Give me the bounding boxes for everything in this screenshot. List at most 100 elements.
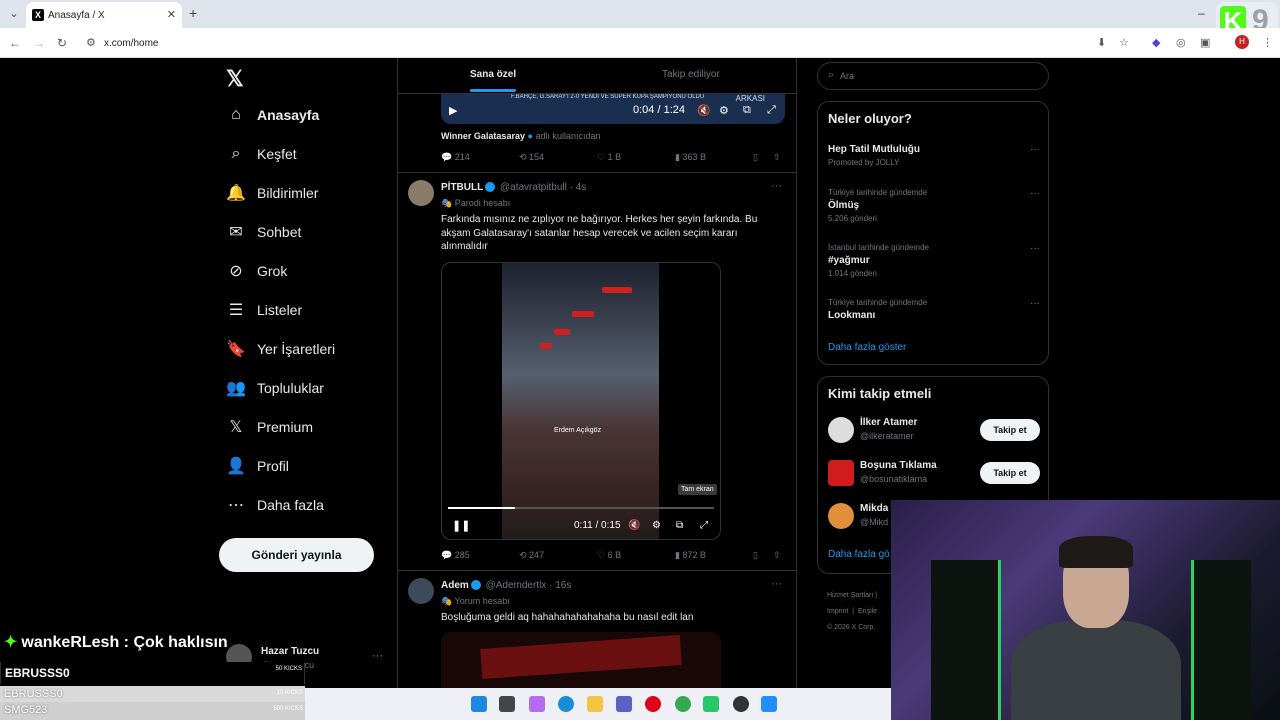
tab-search-icon[interactable]: ⌄	[6, 6, 22, 22]
more-dots-icon[interactable]: ···	[1030, 243, 1040, 254]
back-icon[interactable]: ←	[9, 36, 21, 50]
extension2-icon[interactable]: ◎	[1176, 36, 1186, 49]
quote-attribution[interactable]: Winner Galatasaray ● adlı kullanıcıdan	[441, 131, 600, 141]
reply-button[interactable]: 💬 285	[441, 550, 470, 561]
retweet-button[interactable]: ⟲ 247	[519, 550, 544, 561]
footer-link[interactable]: Erişile	[858, 608, 877, 615]
retweet-button[interactable]: ⟲ 154	[519, 152, 544, 163]
nav-item-bildirimler[interactable]: 🔔 Bildirimler	[226, 178, 318, 208]
avatar[interactable]	[408, 578, 434, 604]
trend-item[interactable]: Türkiye tarihinde gündemde Ölmüş 5.206 g…	[828, 188, 1040, 223]
fullscreen-icon[interactable]: ⤢	[700, 520, 708, 531]
video-progress[interactable]	[448, 507, 714, 509]
tab-following[interactable]: Takip ediliyor	[662, 69, 720, 80]
mute-icon[interactable]: 🔇	[697, 104, 711, 117]
copilot-icon[interactable]	[529, 696, 545, 712]
pip-icon[interactable]: ⧉	[676, 520, 683, 531]
reply-button[interactable]: 💬 214	[441, 152, 470, 163]
explorer-icon[interactable]	[587, 696, 603, 712]
views-button[interactable]: ▮ 363 B	[675, 152, 706, 163]
avatar	[828, 417, 854, 443]
settings-icon[interactable]: ⚙	[652, 520, 661, 531]
share-icon[interactable]: ⇧	[773, 550, 781, 561]
tab-for-you[interactable]: Sana özel	[470, 69, 516, 80]
obs-icon[interactable]	[733, 696, 749, 712]
settings-icon[interactable]: ⚙	[719, 104, 729, 117]
video-player[interactable]: Erdem Açıkgöz Tam ekran ❚❚ 0:11 / 0:15 🔇…	[441, 262, 721, 540]
minimize-icon[interactable]: –	[1198, 6, 1205, 20]
like-button[interactable]: ♡ 6 B	[597, 550, 621, 561]
menu-icon[interactable]: ⋮	[1262, 36, 1273, 49]
chrome-icon[interactable]	[675, 696, 691, 712]
follow-button[interactable]: Takip et	[980, 419, 1040, 441]
puzzle-icon[interactable]: ▣	[1200, 36, 1210, 49]
more-options-icon[interactable]: ···	[771, 180, 782, 192]
install-icon[interactable]: ⬇	[1097, 36, 1106, 49]
teams-icon[interactable]	[616, 696, 632, 712]
forward-icon[interactable]: →	[33, 36, 45, 50]
quote-suffix: adlı kullanıcıdan	[535, 131, 601, 141]
address-bar[interactable]: ⚙ x.com/home	[80, 31, 1140, 55]
footer-link[interactable]: Imprint	[827, 608, 848, 615]
opera-icon[interactable]	[645, 696, 661, 712]
star-icon[interactable]: ☆	[1119, 36, 1129, 49]
taskview-icon[interactable]	[499, 696, 515, 712]
views-button[interactable]: ▮ 872 B	[675, 550, 706, 561]
more-options-icon[interactable]: ···	[771, 578, 782, 590]
x-logo-icon[interactable]: 𝕏	[226, 66, 244, 92]
trend-item[interactable]: İstanbul tarihinde gündemde #yağmur 1.01…	[828, 243, 1040, 278]
search-input[interactable]: ⌕ Ara	[817, 62, 1049, 90]
trend-item[interactable]: Hep Tatil Mutluluğu Promoted by JOLLY ··…	[828, 144, 1040, 167]
show-more-link[interactable]: Daha fazla gö	[828, 549, 890, 560]
trend-item[interactable]: Türkiye tarihinde gündemde Lookmanı ···	[828, 298, 1040, 321]
more-dots-icon[interactable]: ···	[1030, 188, 1040, 199]
site-info-icon[interactable]: ⚙	[86, 36, 96, 49]
nav-item-keşfet[interactable]: ⌕ Keşfet	[226, 139, 297, 169]
nav-item-daha-fazla[interactable]: ⋯ Daha fazla	[226, 490, 324, 520]
play-icon[interactable]: ▶	[449, 104, 457, 117]
nav-item-premium[interactable]: 𝕏 Premium	[226, 412, 313, 442]
follow-button[interactable]: Takip et	[980, 462, 1040, 484]
fullscreen-icon[interactable]: ⤢	[767, 104, 776, 117]
follow-suggestion[interactable]: Boşuna Tıklama @bosunatiklama Takip et	[828, 458, 1040, 488]
nav-label: Topluluklar	[257, 380, 324, 396]
nav-item-yer-i̇şaretleri[interactable]: 🔖 Yer İşaretleri	[226, 334, 335, 364]
nav-item-sohbet[interactable]: ✉ Sohbet	[226, 217, 301, 247]
nav-item-profil[interactable]: 👤 Profil	[226, 451, 289, 481]
new-tab-icon[interactable]: +	[189, 5, 197, 21]
extension-icon[interactable]: ◆	[1152, 36, 1160, 49]
avatar[interactable]	[408, 180, 434, 206]
show-more-link[interactable]: Daha fazla göster	[828, 342, 906, 353]
tweet-handle[interactable]: @Ademdertlx · 16s	[486, 580, 572, 591]
nav-item-grok[interactable]: ⊘ Grok	[226, 256, 287, 286]
more-icon: ⋯	[228, 497, 244, 514]
bookmark-icon[interactable]: ▯	[753, 152, 758, 163]
more-dots-icon[interactable]: ···	[1030, 298, 1040, 309]
tweet-handle[interactable]: @atavratpitbull · 4s	[500, 182, 586, 193]
more-dots-icon[interactable]: ···	[372, 650, 383, 662]
footer-link[interactable]: Hizmet Şartları	[827, 592, 873, 599]
browser-tab[interactable]: X Anasayfa / X ✕	[26, 2, 182, 28]
reload-icon[interactable]: ↻	[57, 36, 67, 50]
start-icon[interactable]	[471, 696, 487, 712]
pause-icon[interactable]: ❚❚	[452, 519, 470, 532]
pip-icon[interactable]: ⧉	[743, 104, 751, 117]
follow-suggestion[interactable]: İlker Atamer @ilkeratamer Takip et	[828, 415, 1040, 445]
profile-avatar[interactable]: H	[1235, 35, 1249, 49]
mute-icon[interactable]: 🔇	[628, 520, 640, 531]
share-icon[interactable]: ⇧	[773, 152, 781, 163]
close-tab-icon[interactable]: ✕	[167, 8, 176, 21]
more-dots-icon[interactable]: ···	[1030, 144, 1040, 155]
tweet-author[interactable]: PİTBULL	[441, 182, 483, 193]
video-player[interactable]: F.BAHÇE, G.SARAY'I 2-0 YENDİ VE SÜPER KU…	[441, 94, 785, 124]
nav-item-anasayfa[interactable]: ⌂ Anasayfa	[226, 100, 319, 130]
app-icon[interactable]	[703, 696, 719, 712]
edge-icon[interactable]	[558, 696, 574, 712]
nav-item-topluluklar[interactable]: 👥 Topluluklar	[226, 373, 324, 403]
post-button[interactable]: Gönderi yayınla	[219, 538, 374, 572]
like-button[interactable]: ♡ 1 B	[597, 152, 621, 163]
bookmark-icon[interactable]: ▯	[753, 550, 758, 561]
tweet-author[interactable]: Adem	[441, 580, 469, 591]
photos-icon[interactable]	[761, 696, 777, 712]
nav-item-listeler[interactable]: ☰ Listeler	[226, 295, 302, 325]
